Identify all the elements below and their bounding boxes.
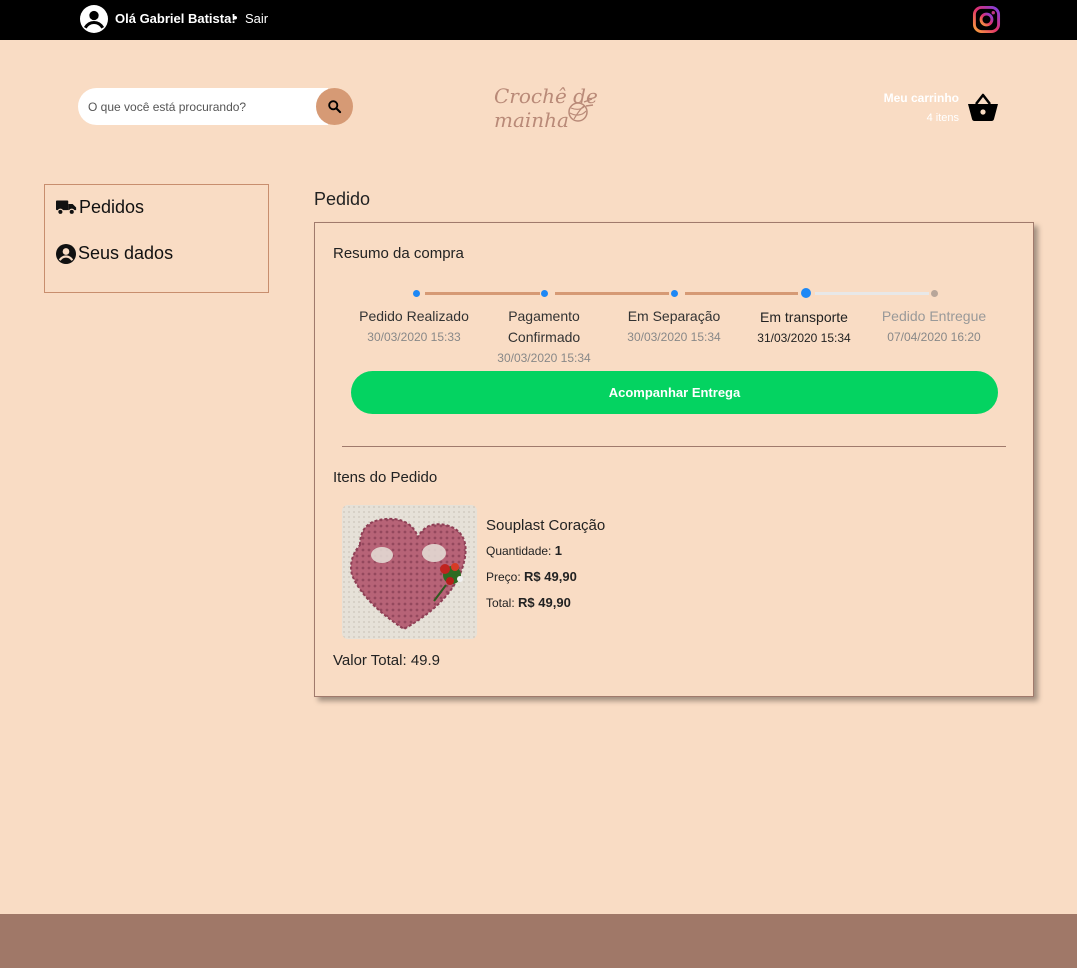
- shopping-basket-icon[interactable]: [966, 92, 1000, 122]
- step-dot-done: [671, 290, 678, 297]
- product-price: Preço: R$ 49,90: [486, 569, 577, 584]
- logout-link[interactable]: Sair: [245, 11, 268, 26]
- step-date: 30/03/2020 15:33: [367, 330, 461, 344]
- step-label: Pedido Entregue: [881, 308, 987, 324]
- sidebar-item-label: Seus dados: [78, 243, 174, 263]
- progress-line: [425, 292, 540, 295]
- product-quantity: Quantidade: 1: [486, 543, 562, 558]
- step-dot-done: [413, 290, 420, 297]
- step-date: 30/03/2020 15:34: [627, 330, 721, 344]
- user-avatar-icon: [80, 5, 108, 33]
- step-label: Em transporte: [760, 309, 848, 325]
- sidebar-item-orders[interactable]: Pedidos: [56, 197, 144, 218]
- step-dot-pending: [931, 290, 938, 297]
- sidebar-item-personal-data[interactable]: Seus dados: [56, 243, 173, 264]
- quantity-label: Quantidade:: [486, 544, 552, 558]
- quantity-value: 1: [554, 543, 562, 558]
- step-dot-done: [541, 290, 548, 297]
- progress-line: [555, 292, 669, 295]
- search-button[interactable]: [316, 88, 353, 125]
- truck-icon: [56, 200, 77, 216]
- product-name[interactable]: Souplast Coração: [486, 517, 605, 534]
- cart-item-count: 4 itens: [926, 112, 959, 124]
- progress-line: [815, 292, 929, 295]
- user-circle-icon: [56, 243, 76, 264]
- search-icon: [328, 100, 342, 114]
- step-date: 31/03/2020 15:34: [757, 331, 851, 345]
- progress-line: [685, 292, 798, 295]
- items-title: Itens do Pedido: [333, 469, 438, 486]
- price-value: R$ 49,90: [524, 569, 577, 584]
- product-image[interactable]: [342, 505, 477, 639]
- step-date: 07/04/2020 16:20: [887, 330, 981, 344]
- cart-title[interactable]: Meu carrinho: [884, 91, 959, 105]
- total-value: R$ 49,90: [518, 595, 571, 610]
- track-delivery-button[interactable]: Acompanhar Entrega: [351, 371, 998, 414]
- yarn-ball-icon: [568, 98, 594, 122]
- search-bar: [78, 88, 353, 125]
- user-greeting: Olá Gabriel Batista!: [115, 11, 236, 26]
- footer: [0, 914, 1077, 968]
- logo-text-line2[interactable]: mainha: [494, 109, 569, 131]
- instagram-icon[interactable]: [972, 5, 1001, 34]
- order-grand-total: Valor Total: 49.9: [333, 652, 441, 669]
- step-label: Pagamento Confirmado: [507, 308, 581, 345]
- top-bar: Olá Gabriel Batista! • Sair: [0, 0, 1077, 40]
- product-total: Total: R$ 49,90: [486, 595, 571, 610]
- search-input[interactable]: [78, 88, 328, 125]
- summary-title: Resumo da compra: [333, 245, 464, 262]
- page-title: Pedido: [314, 189, 371, 209]
- divider: [342, 446, 1006, 447]
- order-card: Resumo da compra Pedido Realizado 30/03/…: [314, 222, 1034, 697]
- step-label: Em Separação: [627, 308, 721, 324]
- step-label: Pedido Realizado: [359, 308, 469, 324]
- sidebar-item-label: Pedidos: [79, 197, 145, 217]
- account-sidebar: Pedidos Seus dados: [44, 184, 269, 293]
- step-date: 30/03/2020 15:34: [497, 351, 591, 365]
- total-label: Total:: [486, 596, 515, 610]
- price-label: Preço:: [486, 570, 521, 584]
- separator-dot: •: [233, 10, 238, 25]
- step-dot-current: [801, 288, 811, 298]
